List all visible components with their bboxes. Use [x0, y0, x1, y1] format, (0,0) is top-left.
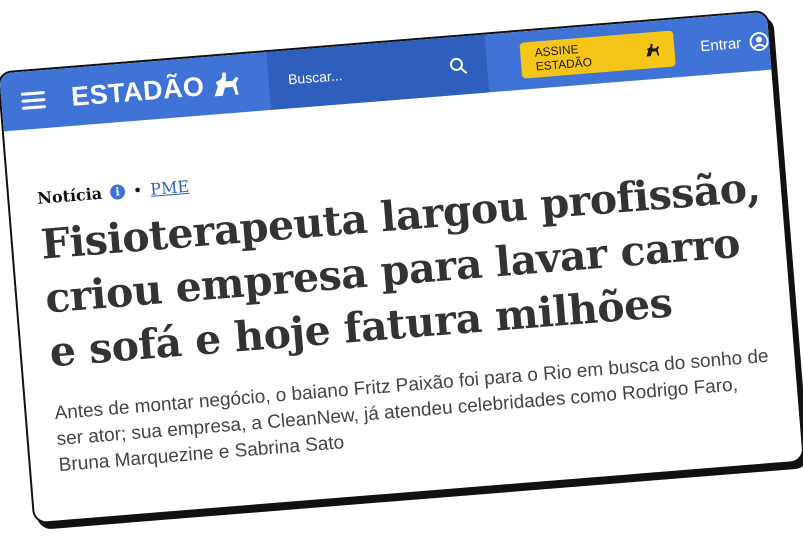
separator-dot: •: [132, 180, 144, 201]
login-button[interactable]: Entrar: [700, 31, 770, 56]
horse-rider-icon: [646, 43, 660, 57]
subscribe-button[interactable]: ASSINE ESTADÃO: [519, 30, 676, 79]
subscribe-label: ASSINE ESTADÃO: [534, 42, 593, 74]
horse-rider-icon: [214, 72, 239, 97]
hamburger-menu-icon[interactable]: [20, 90, 47, 110]
magnifier-icon[interactable]: [449, 56, 468, 75]
article-content: Notícia i • PME Fisioterapeuta largou pr…: [37, 131, 780, 479]
info-icon[interactable]: i: [109, 183, 126, 201]
section-link[interactable]: PME: [150, 177, 190, 199]
article-card: ESTADÃO Buscar... ASSINE ESTADÃO Entrar: [0, 9, 803, 525]
user-circle-icon: [749, 32, 769, 51]
search-placeholder: Buscar...: [287, 67, 344, 88]
logo-text: ESTADÃO: [70, 70, 206, 112]
search-input[interactable]: Buscar...: [265, 34, 490, 110]
top-navigation-bar: ESTADÃO Buscar... ASSINE ESTADÃO Entrar: [0, 11, 772, 132]
estadao-logo[interactable]: ESTADÃO: [70, 68, 241, 112]
login-label: Entrar: [699, 34, 742, 55]
article-type-label: Notícia: [36, 183, 103, 208]
